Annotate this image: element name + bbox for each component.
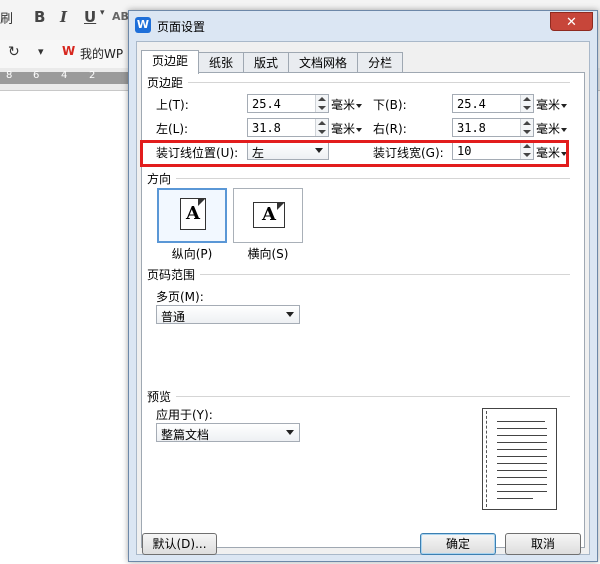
font-color-button[interactable]: AB xyxy=(112,10,129,23)
multiple-pages-label: 多页(M): xyxy=(156,290,204,304)
page-range-group-title: 页码范围 xyxy=(147,268,196,282)
ok-button[interactable]: 确定 xyxy=(420,533,496,555)
preview-text-line xyxy=(497,456,547,457)
underline-dropdown-icon[interactable]: ▾ xyxy=(100,8,105,18)
page-range-group-divider xyxy=(200,274,570,275)
ruler-tick: 8 xyxy=(6,70,13,81)
margins-group-divider xyxy=(188,82,570,83)
preview-text-line xyxy=(497,477,547,478)
chevron-down-icon xyxy=(286,312,294,317)
preview-text-line xyxy=(497,484,547,485)
apply-to-select[interactable]: 整篇文档 xyxy=(156,423,300,442)
bottom-margin-unit-dropdown[interactable]: 毫米 xyxy=(536,96,568,113)
portrait-label[interactable]: 纵向(P) xyxy=(157,245,227,262)
landscape-label[interactable]: 横向(S) xyxy=(233,245,303,262)
unit-dropdown-icon xyxy=(561,103,568,108)
left-margin-label: 左(L): xyxy=(156,122,189,136)
bottom-margin-value: 25.4 xyxy=(457,97,486,111)
unit-label: 毫米 xyxy=(536,98,561,112)
preview-text-line xyxy=(497,498,533,499)
unit-label: 毫米 xyxy=(331,98,356,112)
right-margin-spinner[interactable] xyxy=(520,119,533,136)
tab-dropdown-icon[interactable]: ▾ xyxy=(38,45,44,58)
tab-layout[interactable]: 版式 xyxy=(243,52,290,73)
format-painter-label[interactable]: 刷 xyxy=(0,8,13,27)
gutter-highlight-box xyxy=(140,140,569,167)
tab-paper[interactable]: 纸张 xyxy=(198,52,245,73)
cancel-button[interactable]: 取消 xyxy=(505,533,581,555)
tab-columns[interactable]: 分栏 xyxy=(357,52,404,73)
tab-margins[interactable]: 页边距 xyxy=(141,50,200,74)
preview-text-line xyxy=(497,470,547,471)
landscape-option[interactable]: A xyxy=(233,188,303,243)
my-wps-tab[interactable]: 我的WP xyxy=(80,45,123,62)
right-margin-unit-dropdown[interactable]: 毫米 xyxy=(536,120,568,137)
left-margin-unit-dropdown[interactable]: 毫米 xyxy=(331,120,363,137)
multiple-pages-select[interactable]: 普通 xyxy=(156,305,300,324)
gutter-binding-line xyxy=(486,411,487,507)
wps-app-icon: W xyxy=(135,17,151,33)
preview-group-divider xyxy=(176,396,570,397)
bottom-margin-spinner[interactable] xyxy=(520,95,533,112)
page-preview xyxy=(482,408,557,510)
top-margin-input[interactable]: 25.4 xyxy=(247,94,329,113)
right-margin-input[interactable]: 31.8 xyxy=(452,118,534,137)
landscape-page-icon: A xyxy=(253,202,285,228)
orientation-group-title: 方向 xyxy=(147,172,172,186)
portrait-page-icon: A xyxy=(180,198,206,230)
chevron-down-icon xyxy=(286,430,294,435)
close-button[interactable]: ✕ xyxy=(550,12,593,31)
preview-text-line xyxy=(497,435,547,436)
multiple-pages-value: 普通 xyxy=(161,310,186,324)
preview-group-title: 预览 xyxy=(147,390,172,404)
bottom-margin-input[interactable]: 25.4 xyxy=(452,94,534,113)
orientation-group-divider xyxy=(176,178,570,179)
apply-to-value: 整篇文档 xyxy=(161,428,210,442)
preview-text-line xyxy=(497,463,547,464)
left-margin-spinner[interactable] xyxy=(315,119,328,136)
unit-label: 毫米 xyxy=(536,122,561,136)
bottom-margin-label: 下(B): xyxy=(373,98,407,112)
top-margin-spinner[interactable] xyxy=(315,95,328,112)
right-margin-label: 右(R): xyxy=(373,122,407,136)
wps-logo-icon: W xyxy=(62,44,76,58)
ruler-tick: 4 xyxy=(61,70,68,81)
underline-button[interactable]: U xyxy=(84,8,96,26)
left-margin-input[interactable]: 31.8 xyxy=(247,118,329,137)
apply-to-label: 应用于(Y): xyxy=(156,408,213,422)
dialog-titlebar[interactable]: W 页面设置 ✕ xyxy=(129,11,597,39)
default-button[interactable]: 默认(D)... xyxy=(142,533,217,555)
portrait-option[interactable]: A xyxy=(157,188,227,243)
unit-dropdown-icon xyxy=(561,127,568,132)
top-margin-unit-dropdown[interactable]: 毫米 xyxy=(331,96,363,113)
redo-icon[interactable]: ↻ xyxy=(8,44,20,60)
ruler-tick: 2 xyxy=(89,70,96,81)
italic-button[interactable]: I xyxy=(60,8,67,26)
unit-dropdown-icon xyxy=(356,127,363,132)
margins-group-title: 页边距 xyxy=(147,76,184,90)
right-margin-value: 31.8 xyxy=(457,121,486,135)
left-margin-value: 31.8 xyxy=(252,121,281,135)
tab-document-grid[interactable]: 文档网格 xyxy=(288,52,359,73)
tab-strip: 页边距 纸张 版式 文档网格 分栏 xyxy=(141,50,404,74)
unit-label: 毫米 xyxy=(331,122,356,136)
preview-text-line xyxy=(497,421,545,422)
preview-text-line xyxy=(497,428,547,429)
dialog-title: 页面设置 xyxy=(157,20,206,34)
top-margin-label: 上(T): xyxy=(156,98,189,112)
bold-button[interactable]: B xyxy=(34,8,45,26)
unit-dropdown-icon xyxy=(356,103,363,108)
preview-text-line xyxy=(497,449,547,450)
ruler-tick: 6 xyxy=(33,70,40,81)
preview-text-line xyxy=(497,491,547,492)
top-margin-value: 25.4 xyxy=(252,97,281,111)
preview-text-line xyxy=(497,442,547,443)
